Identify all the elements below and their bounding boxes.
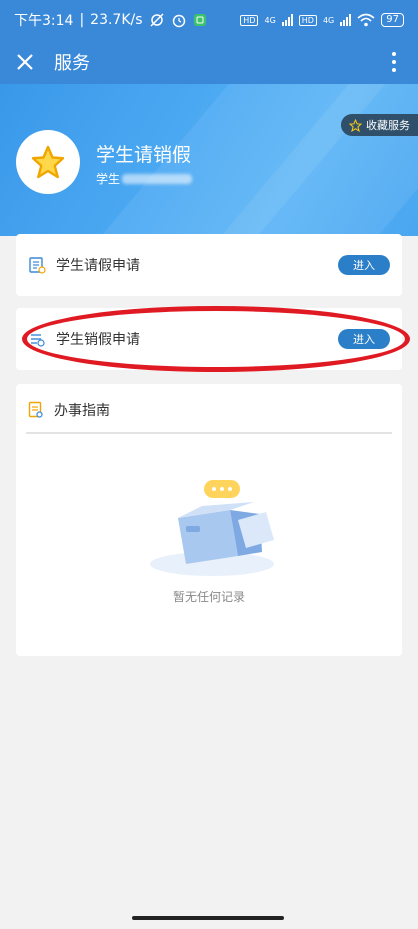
signal-1-icon [281, 14, 293, 26]
service-name: 学生请销假 [96, 144, 192, 166]
mute-alarm-icon [149, 12, 165, 28]
empty-state-text: 暂无任何记录 [172, 590, 245, 604]
status-net-speed: 23.7K/s [90, 12, 143, 28]
leave-apply-item[interactable]: 学生请假申请 进入 [16, 234, 402, 296]
service-subtitle: 学生 [96, 170, 193, 187]
status-separator: | [79, 12, 85, 28]
guide-title: 办事指南 [54, 403, 110, 419]
guide-divider [26, 432, 392, 434]
guide-document-icon [28, 401, 44, 419]
leave-apply-label: 学生请假申请 [56, 258, 140, 274]
service-sub-label: 学生 [96, 172, 121, 186]
status-time: 下午3:14 [14, 13, 74, 29]
leave-apply-enter-button[interactable]: 进入 [338, 255, 390, 275]
page-title: 服务 [54, 53, 90, 74]
form-document-icon [28, 256, 46, 274]
sim1-label: 4G [264, 15, 276, 25]
star-outline-icon [349, 118, 362, 132]
close-icon[interactable] [16, 53, 34, 71]
sim2-label: 4G [322, 15, 335, 25]
battery-indicator: 97 [381, 13, 404, 27]
hd-badge-2: HD [298, 14, 317, 26]
wifi-icon [357, 13, 375, 27]
status-bar: 下午3:14 | 23.7K/s HD 4G HD 4G 97 [0, 0, 418, 40]
signal-2-icon [340, 14, 352, 26]
leave-cancel-item[interactable]: 学生销假申请 进入 [16, 308, 402, 370]
app-notification-icon [193, 13, 207, 27]
leave-cancel-enter-button[interactable]: 进入 [338, 329, 390, 349]
guide-card: 办事指南 暂无任何记录 [16, 384, 402, 656]
home-indicator[interactable] [132, 916, 284, 920]
list-document-icon [28, 330, 46, 348]
service-avatar [16, 130, 80, 194]
alarm-clock-icon [171, 12, 187, 28]
app-bar: 服务 [0, 40, 418, 84]
leave-cancel-label: 学生销假申请 [56, 332, 140, 348]
star-icon [30, 144, 66, 180]
guide-header: 办事指南 [28, 400, 110, 420]
favorite-service-button[interactable]: 收藏服务 [341, 114, 418, 136]
hd-badge: HD [240, 14, 259, 26]
favorite-label: 收藏服务 [366, 119, 410, 132]
empty-box-illustration [142, 480, 282, 584]
more-menu-icon[interactable] [386, 52, 402, 72]
redacted-text [122, 173, 193, 184]
